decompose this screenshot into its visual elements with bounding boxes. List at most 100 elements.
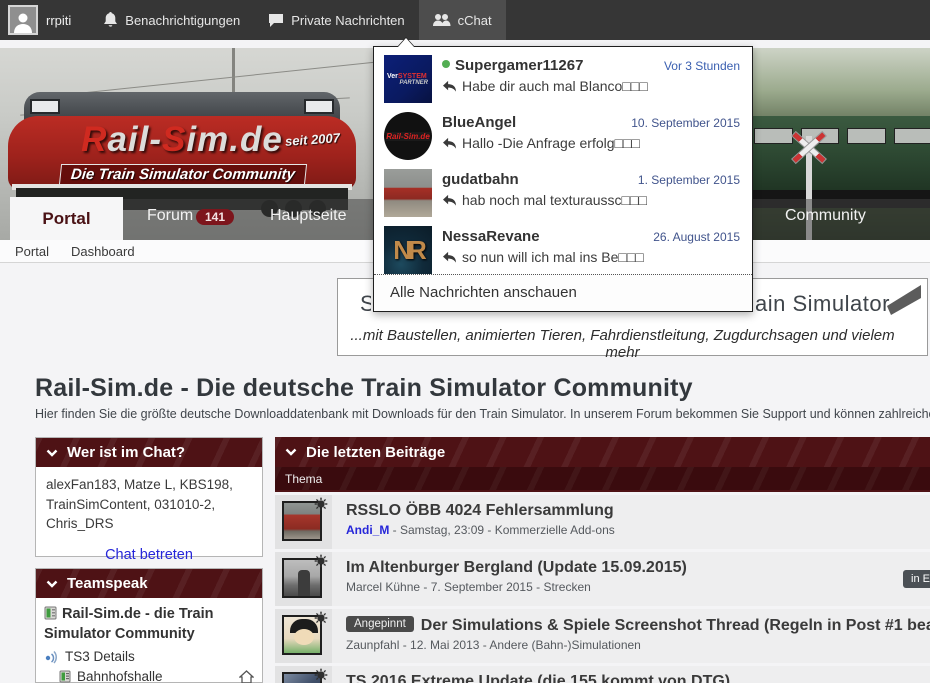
notifications-button[interactable]: Benachrichtigungen xyxy=(89,0,254,40)
post-text-cell: Angepinnt Der Simulations & Spiele Screen… xyxy=(332,609,930,663)
enter-chat-link[interactable]: Chat betreten xyxy=(36,547,262,563)
who-is-in-chat-box: Wer ist im Chat? alexFan183, Matze L, KB… xyxy=(35,437,263,563)
person-icon xyxy=(14,13,32,33)
post-avatar[interactable] xyxy=(282,554,328,598)
user-avatar[interactable] xyxy=(8,5,38,35)
teamspeak-channel[interactable]: Bahnhofshalle xyxy=(44,669,254,683)
private-messages-label: Private Nachrichten xyxy=(291,12,405,28)
breadcrumb-portal[interactable]: Portal xyxy=(15,244,49,259)
view-all-messages-link[interactable]: Alle Nachrichten anschauen xyxy=(374,274,752,311)
post-author-link[interactable]: Andi_M xyxy=(346,523,389,537)
username[interactable]: rrpiti xyxy=(46,13,71,28)
breadcrumb-dashboard[interactable]: Dashboard xyxy=(71,244,135,259)
sender-name[interactable]: NessaRevane xyxy=(442,228,540,245)
teamspeak-box-title: Teamspeak xyxy=(67,575,148,592)
post-row[interactable]: RSSLO ÖBB 4024 Fehlersammlung Andi_M - S… xyxy=(275,495,930,549)
post-avatar-cell xyxy=(275,495,332,549)
home-icon xyxy=(239,669,254,683)
message-preview: hab noch mal texturaussc□□□ xyxy=(442,192,647,208)
people-icon xyxy=(432,14,451,26)
chat-message-item[interactable]: gudatbahn hab noch mal texturaussc□□□ 1.… xyxy=(374,164,752,221)
post-title[interactable]: Angepinnt Der Simulations & Spiele Screen… xyxy=(346,616,930,635)
post-avatar[interactable] xyxy=(282,668,328,683)
page: rrpiti Benachrichtigungen Private Nachri… xyxy=(0,0,930,683)
promo-title: ain Simulator xyxy=(755,291,890,316)
post-meta: Andi_M - Samstag, 23:09 - Kommerzielle A… xyxy=(346,523,615,537)
post-avatar[interactable] xyxy=(282,611,328,655)
banner-logo-text: Rail-Sim.de xyxy=(81,120,283,159)
sound-wave-icon xyxy=(45,650,57,664)
gear-badge-icon xyxy=(314,668,328,682)
latest-posts-title: Die letzten Beiträge xyxy=(306,443,446,461)
column-header-thema: Thema xyxy=(275,467,930,492)
top-bar: rrpiti Benachrichtigungen Private Nachri… xyxy=(0,0,930,40)
post-text-cell: Im Altenburger Bergland (Update 15.09.20… xyxy=(332,552,930,606)
post-title[interactable]: Im Altenburger Bergland (Update 15.09.20… xyxy=(346,559,930,577)
cchat-button[interactable]: cChat xyxy=(418,0,506,40)
banner-logo-subtitle: Die Train Simulator Community xyxy=(58,164,308,185)
post-title[interactable]: TS 2016 Extreme Update (die 155 kommt vo… xyxy=(346,673,930,683)
avatar: Rail-Sim.de xyxy=(384,112,432,160)
chat-box-title: Wer ist im Chat? xyxy=(67,444,186,461)
post-text-cell: TS 2016 Extreme Update (die 155 kommt vo… xyxy=(332,666,930,683)
reply-arrow-icon xyxy=(443,137,456,149)
gear-badge-icon xyxy=(314,611,328,625)
message-time: 1. September 2015 xyxy=(637,173,740,187)
latest-posts-header[interactable]: Die letzten Beiträge xyxy=(275,437,930,467)
cchat-label: cChat xyxy=(457,12,492,28)
message-time: 10. September 2015 xyxy=(631,116,740,130)
promo-title-fragment-left: S xyxy=(360,291,371,316)
reply-arrow-icon xyxy=(443,80,456,92)
tab-forum[interactable]: Forum xyxy=(147,207,193,225)
page-subtitle: Hier finden Sie die größte deutsche Down… xyxy=(35,407,930,421)
message-preview: Hallo -Die Anfrage erfolg□□□ xyxy=(442,135,640,151)
avatar xyxy=(384,169,432,217)
channel-icon xyxy=(59,670,71,683)
private-messages-button[interactable]: Private Nachrichten xyxy=(254,0,418,40)
post-avatar[interactable] xyxy=(282,497,328,541)
online-dot xyxy=(442,60,450,68)
chat-message-item[interactable]: VerSYSTEM PARTNER Supergamer11267 Habe d… xyxy=(374,50,752,107)
message-preview: so nun will ich mal ins Be□□□ xyxy=(442,249,644,265)
tab-hauptseite[interactable]: Hauptseite xyxy=(270,207,347,225)
forum-count-badge: 141 xyxy=(196,209,235,225)
avatar: NR xyxy=(384,226,432,274)
page-title: Rail-Sim.de - Die deutsche Train Simulat… xyxy=(35,374,693,402)
sender-name[interactable]: BlueAngel xyxy=(442,114,516,131)
post-title[interactable]: RSSLO ÖBB 4024 Fehlersammlung xyxy=(346,502,930,520)
chevron-down-icon xyxy=(46,449,58,457)
chat-message-item[interactable]: Rail-Sim.de BlueAngel Hallo -Die Anfrage… xyxy=(374,107,752,164)
notifications-label: Benachrichtigungen xyxy=(125,12,241,28)
post-avatar-cell xyxy=(275,609,332,663)
tab-portal[interactable]: Portal xyxy=(10,197,123,240)
server-icon xyxy=(44,606,57,620)
post-row[interactable]: Angepinnt Der Simulations & Spiele Screen… xyxy=(275,609,930,663)
sender-name[interactable]: Supergamer11267 xyxy=(442,57,583,74)
sender-name[interactable]: gudatbahn xyxy=(442,171,519,188)
chevron-down-icon xyxy=(285,448,297,456)
teamspeak-server[interactable]: Rail-Sim.de - die Train Simulator Commun… xyxy=(44,605,254,644)
post-row[interactable]: Im Altenburger Bergland (Update 15.09.20… xyxy=(275,552,930,606)
teamspeak-box-header[interactable]: Teamspeak xyxy=(36,569,262,598)
bell-icon xyxy=(104,12,118,27)
speech-bubble-icon xyxy=(269,13,284,27)
catenary-wire xyxy=(60,61,380,96)
latest-posts-box: Die letzten Beiträge Thema RSSLO ÖBB 402… xyxy=(275,437,930,683)
gear-badge-icon xyxy=(314,497,328,511)
post-meta: Zaunpfahl - 12. Mai 2013 - Andere (Bahn-… xyxy=(346,638,641,652)
reply-arrow-icon xyxy=(443,251,456,263)
chat-message-item[interactable]: NR NessaRevane so nun will ich mal ins B… xyxy=(374,221,752,278)
post-meta: Marcel Kühne - 7. September 2015 - Strec… xyxy=(346,580,591,594)
post-row[interactable]: TS 2016 Extreme Update (die 155 kommt vo… xyxy=(275,666,930,683)
dropdown-pointer xyxy=(397,37,415,47)
teamspeak-box: Teamspeak Rail-Sim.de - die Train Simula… xyxy=(35,568,263,683)
chat-box-header[interactable]: Wer ist im Chat? xyxy=(36,438,262,467)
message-time: 26. August 2015 xyxy=(653,230,740,244)
avatar: VerSYSTEM PARTNER xyxy=(384,55,432,103)
tab-community[interactable]: Community xyxy=(785,207,866,225)
teamspeak-details[interactable]: TS3 Details xyxy=(44,649,254,664)
reply-arrow-icon xyxy=(443,194,456,206)
pinned-badge: Angepinnt xyxy=(346,616,414,632)
chat-user-list: alexFan183, Matze L, KBS198, TrainSimCon… xyxy=(46,477,233,532)
post-avatar-cell xyxy=(275,666,332,683)
